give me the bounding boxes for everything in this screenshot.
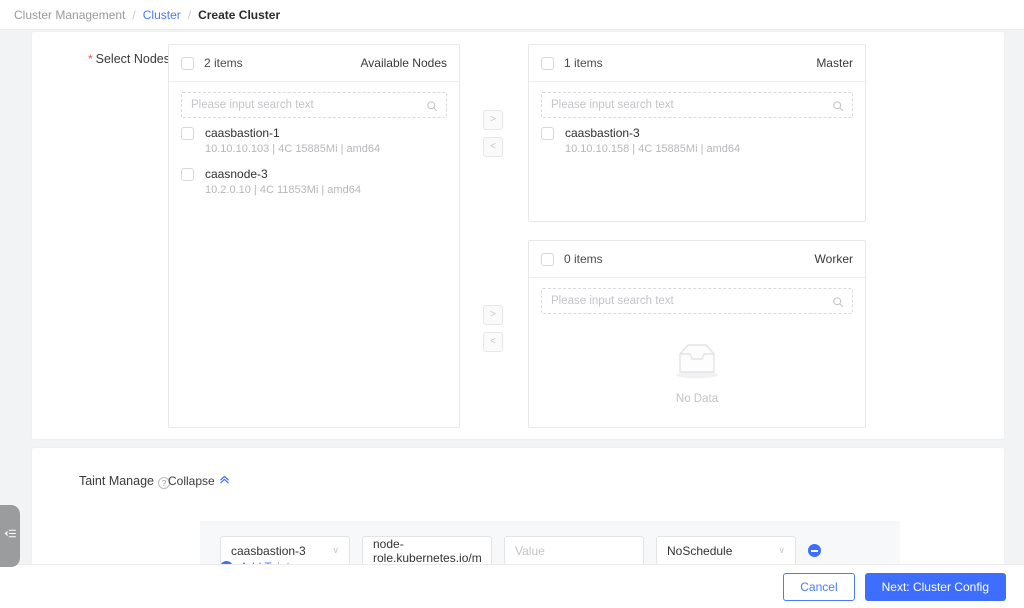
list-item[interactable]: caasbastion-1 10.10.10.103 | 4C 15885Mi …	[181, 118, 447, 159]
available-search-placeholder: Please input search text	[191, 99, 314, 111]
search-icon	[832, 295, 844, 307]
master-nodes-panel: 1 items Master Please input search text	[528, 44, 866, 222]
node-checkbox[interactable]	[181, 127, 194, 140]
table-row: caasbastion-3 ∨ node-role.kubernetes.io/…	[220, 536, 821, 565]
worker-panel-body: Please input search text No Data	[529, 278, 865, 405]
create-cluster-page: Cluster Management / Cluster / Create Cl…	[0, 0, 1024, 608]
worker-select-all-checkbox[interactable]	[541, 252, 554, 266]
available-nodes-panel: 2 items Available Nodes Please input sea…	[168, 44, 460, 428]
available-search-input[interactable]: Please input search text	[181, 92, 447, 118]
node-meta: 10.10.10.103 | 4C 15885Mi | amd64	[205, 143, 381, 155]
move-to-master-button[interactable]: >	[483, 110, 503, 130]
chevron-up-icon	[219, 474, 230, 488]
remove-taint-button[interactable]	[808, 544, 821, 557]
cancel-button[interactable]: Cancel	[783, 572, 855, 601]
taint-key-value: node-role.kubernetes.io/m	[373, 536, 482, 565]
available-select-all-checkbox[interactable]	[181, 56, 194, 70]
master-node-list: caasbastion-3 10.10.10.158 | 4C 15885Mi …	[541, 118, 853, 159]
move-from-worker-button[interactable]: <	[483, 332, 503, 352]
empty-text: No Data	[675, 393, 719, 405]
master-panel-header: 1 items Master	[529, 45, 865, 82]
collapse-toggle[interactable]: Collapse	[168, 474, 230, 488]
master-select-all-checkbox[interactable]	[541, 56, 554, 70]
taint-key-input[interactable]: node-role.kubernetes.io/m	[362, 536, 492, 565]
master-panel-body: Please input search text caasbastion-3 1…	[529, 82, 865, 159]
node-name: caasnode-3	[205, 167, 268, 181]
taint-effect-select[interactable]: NoSchedule ∨	[656, 536, 796, 565]
worker-count: 0 items	[564, 252, 603, 266]
taint-effect-value: NoSchedule	[667, 543, 733, 558]
available-panel-title: Available Nodes	[360, 56, 447, 70]
worker-empty-state: No Data	[541, 314, 853, 405]
taint-value-input[interactable]: Value	[504, 536, 644, 565]
node-checkbox[interactable]	[541, 127, 554, 140]
taint-manage-label: Taint Manage?	[70, 474, 170, 489]
empty-inbox-icon	[668, 340, 726, 385]
breadcrumb-separator: /	[132, 7, 136, 22]
move-to-worker-button[interactable]: >	[483, 305, 503, 325]
node-checkbox[interactable]	[181, 168, 194, 181]
search-icon	[832, 99, 844, 111]
available-count: 2 items	[204, 56, 243, 70]
master-search-input[interactable]: Please input search text	[541, 92, 853, 118]
footer-action-bar: Cancel Next: Cluster Config	[0, 564, 1024, 608]
breadcrumb-current: Create Cluster	[198, 7, 281, 22]
required-asterisk: *	[87, 52, 93, 66]
select-nodes-label: * Select Nodes	[87, 52, 170, 66]
sidebar-collapse-handle[interactable]	[0, 505, 20, 567]
breadcrumb-root[interactable]: Cluster Management	[14, 8, 125, 22]
move-from-master-button[interactable]: <	[483, 137, 503, 157]
master-search-placeholder: Please input search text	[551, 99, 674, 111]
worker-search-placeholder: Please input search text	[551, 295, 674, 307]
collapse-panel-icon	[4, 527, 17, 545]
page-body: * Select Nodes 2 items Available Nodes Pl…	[0, 30, 1024, 608]
node-meta: 10.10.10.158 | 4C 15885Mi | amd64	[565, 143, 741, 155]
available-nodes-body: Please input search text caasbastion-1 1…	[169, 82, 459, 200]
breadcrumb: Cluster Management / Cluster / Create Cl…	[0, 0, 1024, 30]
available-node-list: caasbastion-1 10.10.10.103 | 4C 15885Mi …	[181, 118, 447, 200]
worker-nodes-panel: 0 items Worker Please input search text	[528, 240, 866, 428]
chevron-down-icon: ∨	[778, 545, 785, 555]
taint-value-placeholder: Value	[515, 543, 545, 558]
taint-node-value: caasbastion-3	[231, 543, 306, 558]
select-nodes-card: * Select Nodes 2 items Available Nodes Pl…	[32, 32, 1004, 439]
transfer-buttons-master: > <	[483, 110, 503, 157]
collapse-label: Collapse	[168, 474, 215, 488]
node-name: caasbastion-3	[565, 126, 640, 140]
master-panel-title: Master	[816, 56, 853, 70]
master-count: 1 items	[564, 56, 603, 70]
transfer-buttons-worker: > <	[483, 305, 503, 352]
list-item[interactable]: caasbastion-3 10.10.10.158 | 4C 15885Mi …	[541, 118, 853, 159]
available-nodes-header: 2 items Available Nodes	[169, 45, 459, 82]
node-name: caasbastion-1	[205, 126, 280, 140]
breadcrumb-cluster-link[interactable]: Cluster	[143, 8, 181, 22]
worker-panel-title: Worker	[814, 252, 853, 266]
list-item[interactable]: caasnode-3 10.2.0.10 | 4C 11853Mi | amd6…	[181, 159, 447, 200]
breadcrumb-separator: /	[187, 7, 192, 22]
chevron-down-icon: ∨	[332, 545, 339, 555]
node-meta: 10.2.0.10 | 4C 11853Mi | amd64	[205, 184, 361, 196]
search-icon	[426, 99, 438, 111]
next-cluster-config-button[interactable]: Next: Cluster Config	[864, 572, 1006, 601]
worker-panel-header: 0 items Worker	[529, 241, 865, 278]
worker-search-input[interactable]: Please input search text	[541, 288, 853, 314]
